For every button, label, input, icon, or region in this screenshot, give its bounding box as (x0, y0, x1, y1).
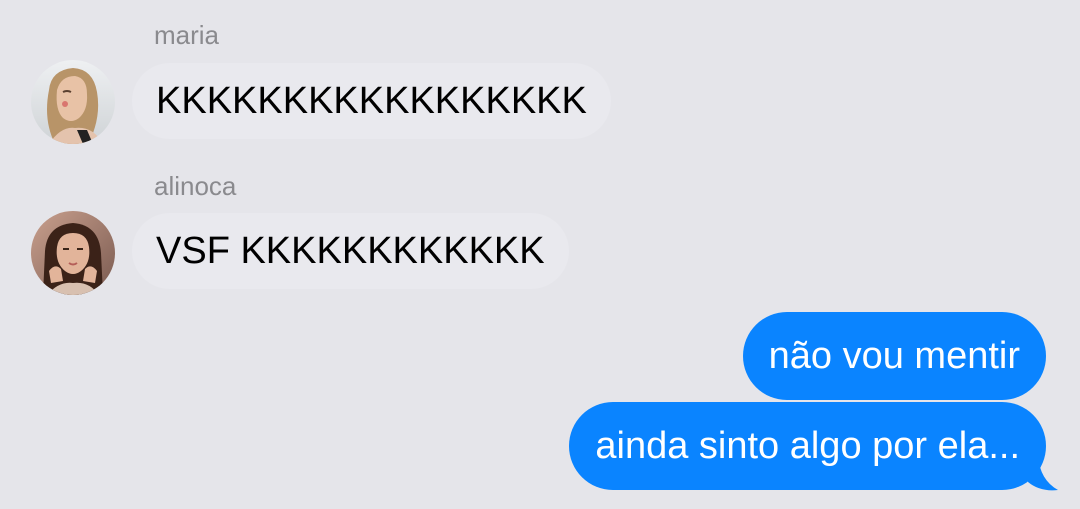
message-bubble-maria[interactable]: KKKKKKKKKKKKKKKKK (132, 63, 611, 139)
message-thread: maria KKKKKKKKKKKKKKKKK alinoca VSF KKKK… (0, 0, 1080, 509)
avatar-maria[interactable] (31, 60, 115, 144)
sender-name-alinoca: alinoca (154, 171, 237, 201)
outgoing-message-bubble-2[interactable]: ainda sinto algo por ela... (569, 402, 1046, 490)
maria-avatar-photo (31, 60, 115, 144)
message-bubble-alinoca[interactable]: VSF KKKKKKKKKKKK (132, 213, 569, 289)
bubble-tail-icon (1028, 456, 1058, 491)
sender-name-maria: maria (154, 20, 220, 50)
avatar-alinoca[interactable] (31, 211, 115, 295)
alinoca-avatar-photo (31, 211, 115, 295)
outgoing-message-bubble-1[interactable]: não vou mentir (742, 312, 1046, 400)
